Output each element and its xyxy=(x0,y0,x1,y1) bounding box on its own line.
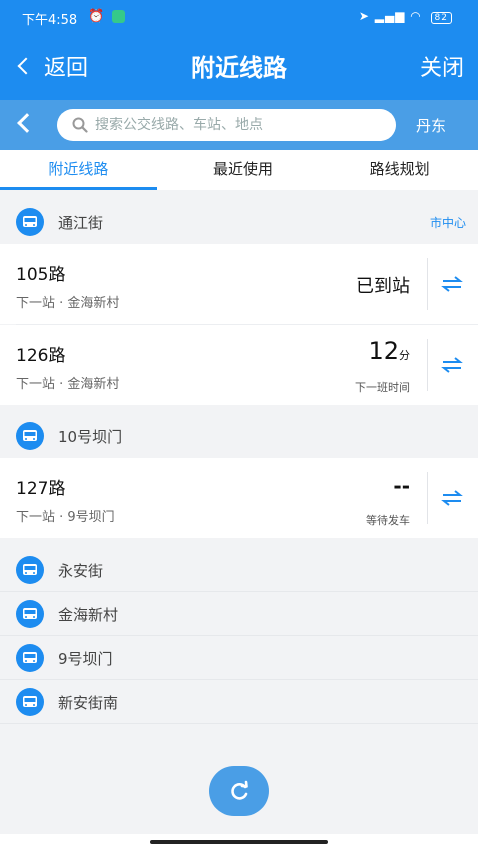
divider xyxy=(427,472,428,524)
stop-name: 9号坝门 xyxy=(58,650,113,668)
city-selector[interactable]: 丹东 xyxy=(416,115,446,136)
arrival-status: -- xyxy=(393,474,410,498)
stop-name: 永安街 xyxy=(58,562,104,580)
swap-arrows-icon[interactable] xyxy=(440,355,464,375)
stop-direction[interactable]: 市中心 xyxy=(430,214,466,231)
bus-icon xyxy=(16,208,44,236)
bus-icon xyxy=(16,600,44,628)
route-name: 127路 xyxy=(16,479,66,499)
route-row[interactable]: 105路 下一站 · 金海新村 已到站 xyxy=(0,244,478,324)
swap-arrows-icon[interactable] xyxy=(440,488,464,508)
swap-arrows-icon[interactable] xyxy=(440,274,464,294)
search-bar: 丹东 xyxy=(0,100,478,150)
search-input[interactable] xyxy=(95,117,375,133)
wifi-icon: ◠ xyxy=(410,9,422,23)
tab-nearby-routes[interactable]: 附近线路 xyxy=(0,150,157,190)
bus-icon xyxy=(16,556,44,584)
close-button[interactable]: 关闭 xyxy=(420,50,464,82)
route-next-stop: 下一站 · 金海新村 xyxy=(16,377,120,392)
search-box[interactable] xyxy=(57,109,396,141)
status-indicators: ➤ ▂▄▆ ◠ 82 xyxy=(359,9,452,24)
tab-bar: 附近线路 最近使用 路线规划 xyxy=(0,150,478,190)
stop-list-item[interactable]: 金海新村 xyxy=(0,592,478,636)
signal-icon: ▂▄▆ xyxy=(374,9,406,23)
divider xyxy=(427,339,428,391)
arrival-status: 已到站 xyxy=(356,276,410,297)
home-indicator[interactable] xyxy=(150,840,328,844)
back-button[interactable]: 返回 xyxy=(17,50,89,82)
divider xyxy=(427,258,428,310)
stop-header[interactable]: 10号坝门 xyxy=(0,414,478,458)
refresh-button[interactable] xyxy=(209,766,269,816)
status-time: 下午4:58 xyxy=(22,13,78,28)
search-icon xyxy=(72,117,88,133)
location-icon: ➤ xyxy=(358,9,370,23)
notification-icon xyxy=(112,10,125,23)
bus-icon xyxy=(16,688,44,716)
minutes-unit: 分 xyxy=(399,349,410,362)
tab-route-planning[interactable]: 路线规划 xyxy=(321,150,478,190)
route-row[interactable]: 127路 下一站 · 9号坝门 -- 等待发车 xyxy=(0,458,478,538)
chevron-left-icon xyxy=(17,57,35,75)
tab-recent[interactable]: 最近使用 xyxy=(157,150,322,190)
stop-name: 新安街南 xyxy=(58,694,119,712)
stop-name: 10号坝门 xyxy=(58,427,123,446)
back-label: 返回 xyxy=(44,56,89,81)
stop-name: 金海新村 xyxy=(58,606,119,624)
bus-icon xyxy=(16,422,44,450)
stop-header[interactable]: 通江街 市中心 xyxy=(0,200,478,244)
battery-icon: 82 xyxy=(430,12,452,24)
stop-name: 通江街 xyxy=(58,213,104,232)
route-next-stop: 下一站 · 9号坝门 xyxy=(16,510,115,525)
refresh-icon xyxy=(231,780,248,800)
status-bar: 下午4:58 ⏰ ➤ ▂▄▆ ◠ 82 xyxy=(0,0,478,34)
alarm-icon: ⏰ xyxy=(88,9,105,24)
arrival-subtitle: 等待发车 xyxy=(366,514,410,527)
bus-icon xyxy=(16,644,44,672)
arrival-minutes: 12分 xyxy=(368,337,410,365)
route-name: 105路 xyxy=(16,265,66,285)
route-next-stop: 下一站 · 金海新村 xyxy=(16,296,120,311)
arrival-subtitle: 下一班时间 xyxy=(355,381,410,394)
stop-list-item[interactable]: 永安街 xyxy=(0,548,478,592)
search-back-icon[interactable] xyxy=(17,113,37,133)
nav-header: 返回 附近线路 关闭 xyxy=(0,34,478,100)
route-row[interactable]: 126路 下一站 · 金海新村 12分 下一班时间 xyxy=(0,325,478,405)
route-name: 126路 xyxy=(16,346,66,366)
stop-list-item[interactable]: 新安街南 xyxy=(0,680,478,724)
stop-list-item[interactable]: 9号坝门 xyxy=(0,636,478,680)
